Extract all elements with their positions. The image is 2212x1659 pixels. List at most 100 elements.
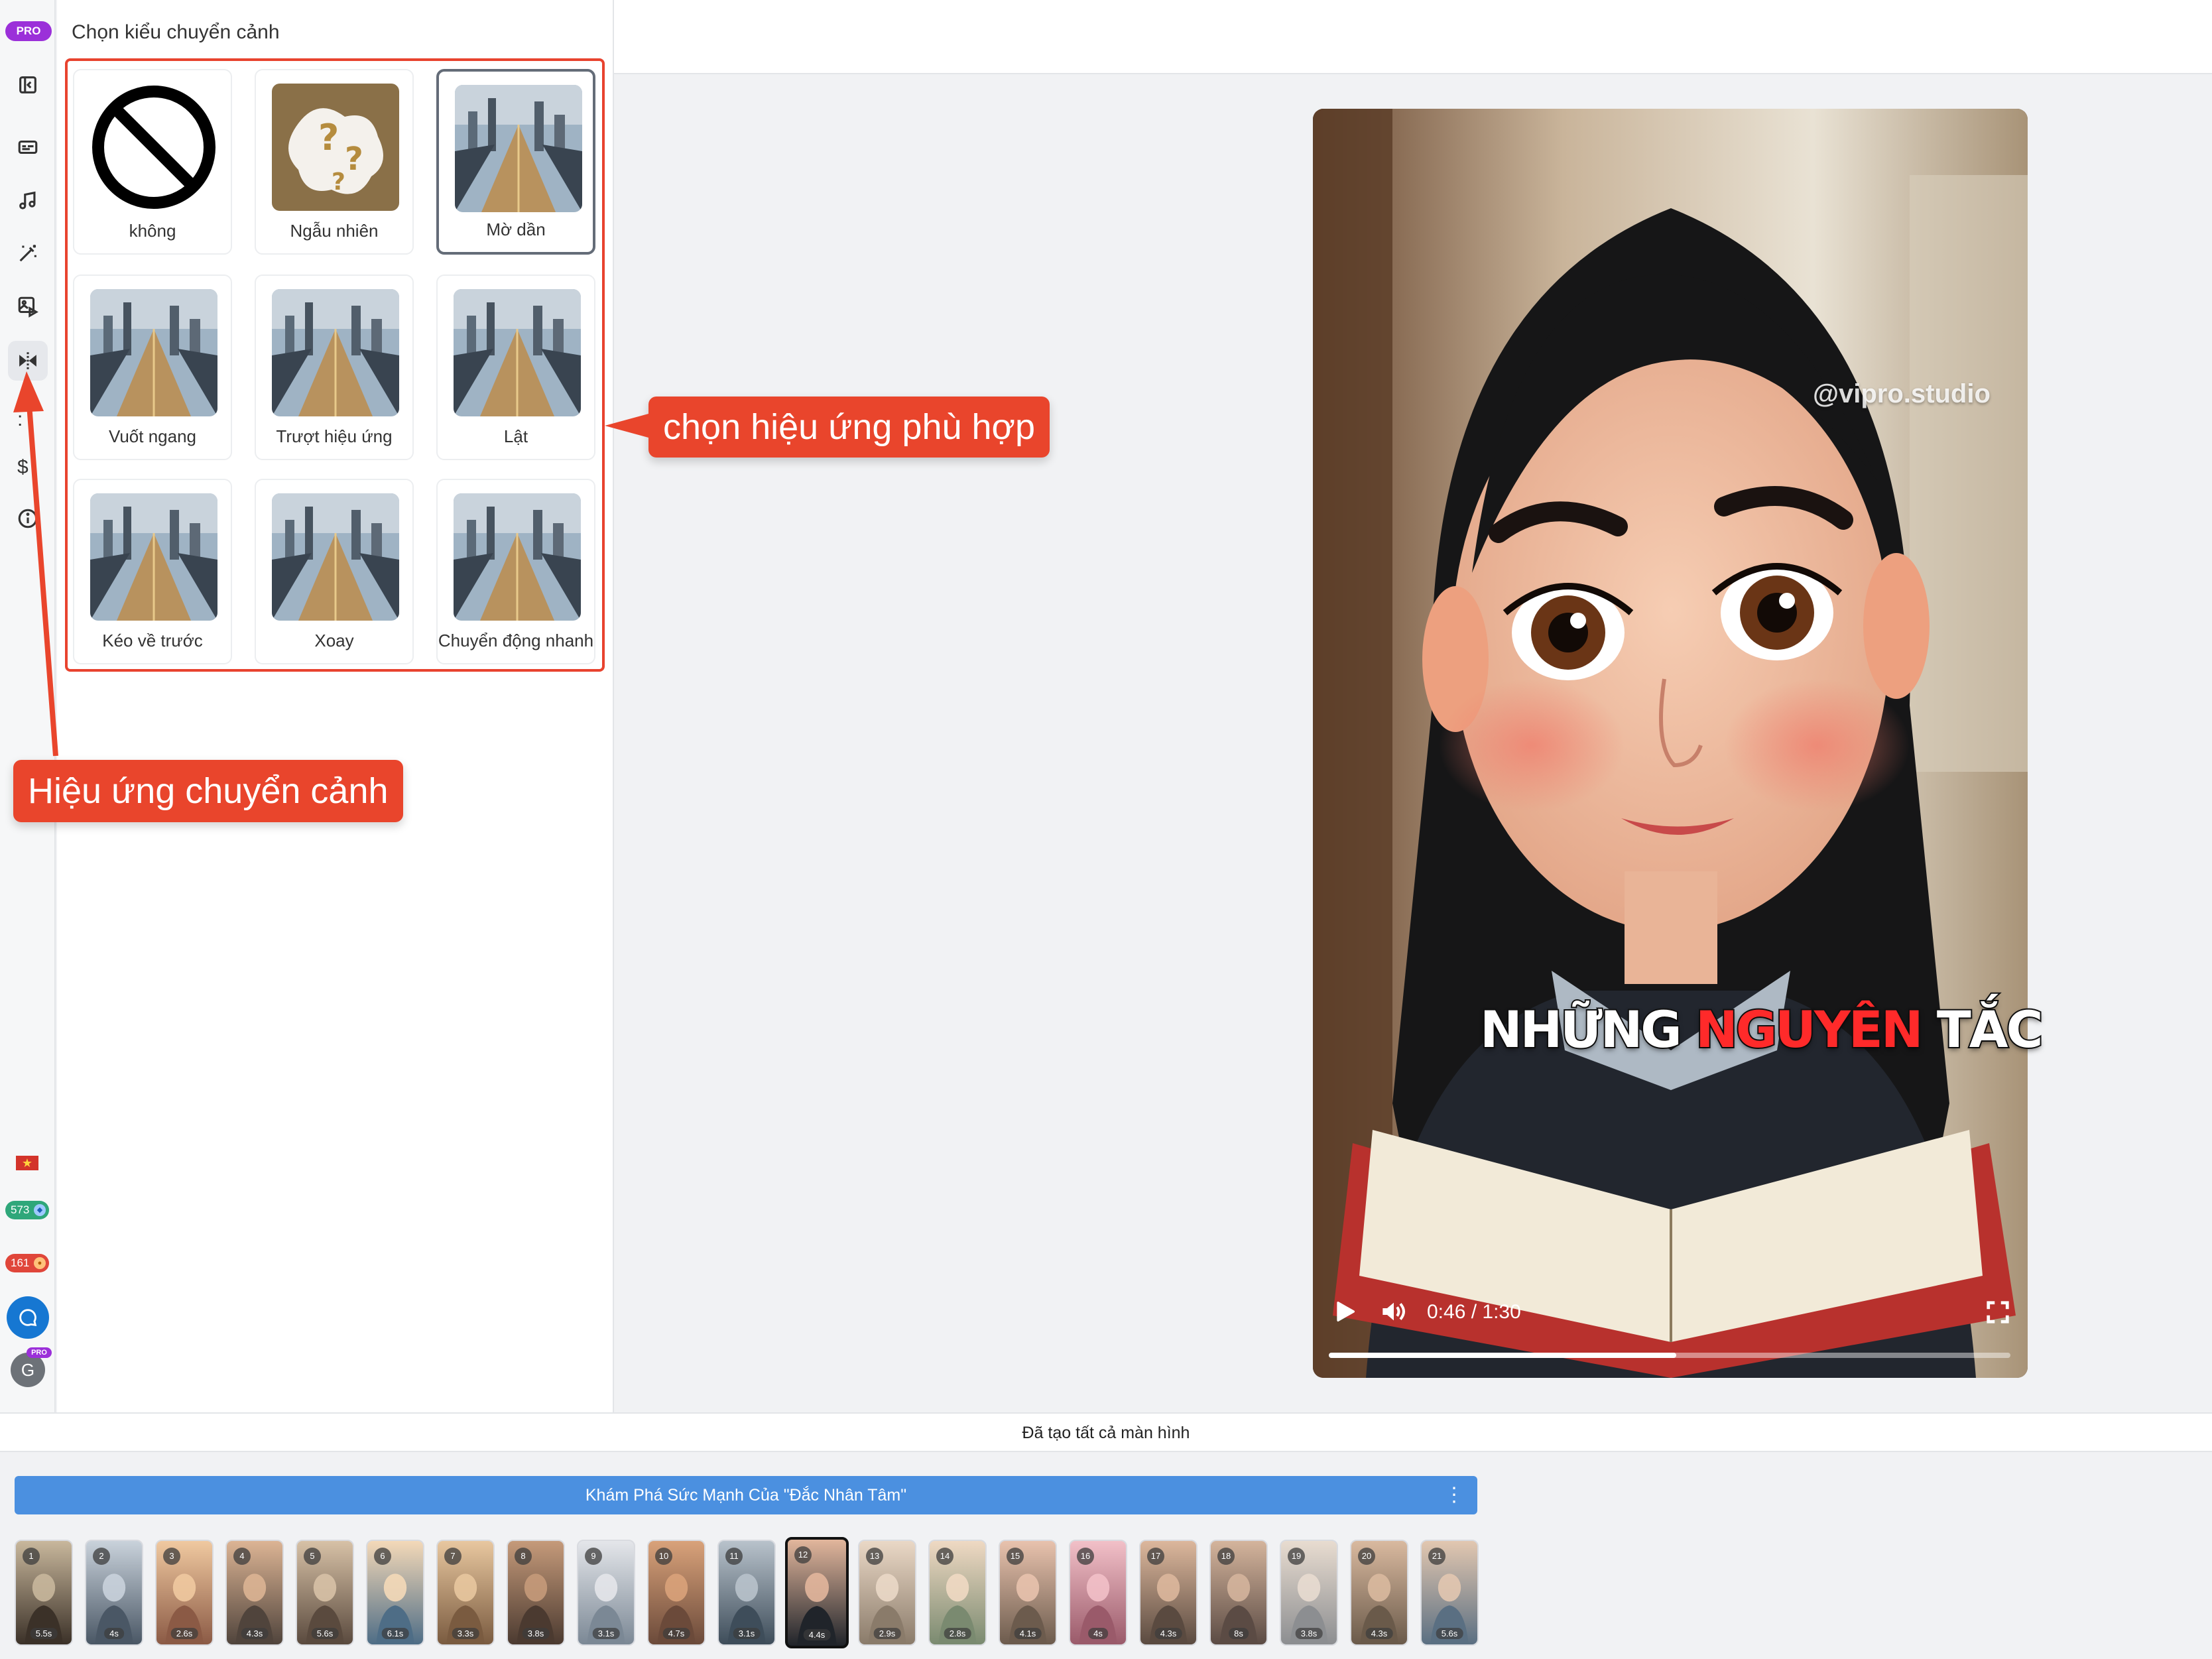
scene-duration: 2.9s: [873, 1628, 901, 1639]
scene-thumbnail[interactable]: 8 3.8s: [507, 1540, 565, 1646]
scene-thumbnail[interactable]: 15 4.1s: [999, 1540, 1057, 1646]
info-button[interactable]: [8, 499, 48, 538]
city-thumbnail: [90, 493, 217, 621]
transition-option[interactable]: Lật: [436, 275, 595, 460]
transition-option-label: không: [129, 221, 176, 241]
scene-thumbnail[interactable]: 4 4.3s: [225, 1540, 284, 1646]
scene-number: 9: [585, 1548, 602, 1565]
video-caption: NHỮNG NGUYÊN TẮC: [1479, 999, 2044, 1060]
volume-icon[interactable]: [1379, 1298, 1408, 1325]
chat-icon: [19, 1309, 37, 1327]
vietnam-flag-icon[interactable]: ★: [16, 1156, 38, 1170]
play-icon[interactable]: [1331, 1298, 1358, 1325]
scene-thumbnail[interactable]: 18 8s: [1209, 1540, 1268, 1646]
chat-button[interactable]: [7, 1296, 49, 1339]
scene-duration: 8s: [1229, 1628, 1249, 1639]
scene-duration: 4s: [1088, 1628, 1108, 1639]
city-thumbnail: [455, 85, 582, 212]
scene-duration: 5.6s: [311, 1628, 339, 1639]
scene-duration: 5.6s: [1436, 1628, 1463, 1639]
scene-thumbnail[interactable]: 6 6.1s: [366, 1540, 424, 1646]
caption-word-3: TẮC: [1936, 999, 2044, 1060]
scene-number: 3: [163, 1548, 180, 1565]
credit-red-badge[interactable]: 161 ●: [5, 1254, 49, 1272]
scene-duration: 4.7s: [662, 1628, 690, 1639]
coin-icon: ●: [34, 1257, 46, 1269]
scene-duration: 3.1s: [733, 1628, 761, 1639]
scene-thumbnail[interactable]: 14 2.8s: [928, 1540, 987, 1646]
transition-option[interactable]: Xoay: [255, 479, 414, 664]
scene-number: 8: [515, 1548, 532, 1565]
magic-button[interactable]: [8, 233, 48, 273]
scene-thumbnail[interactable]: 2 4s: [85, 1540, 143, 1646]
transition-option-label: Chuyển động nhanh: [438, 631, 594, 650]
scene-number: 13: [866, 1548, 883, 1565]
transition-option[interactable]: không: [73, 69, 232, 255]
city-thumbnail: [272, 493, 399, 621]
transition-option-label: Trượt hiệu ứng: [276, 426, 393, 446]
subtitle-button[interactable]: [8, 127, 48, 167]
music-button[interactable]: [8, 180, 48, 220]
video-player[interactable]: [1313, 109, 2028, 1378]
scene-number: 19: [1288, 1548, 1305, 1565]
app-root: PRO : $ ★ 573 ◆ 161 ● G PRO Chọn kiểu ch…: [0, 0, 2212, 1659]
scene-duration: 4.4s: [803, 1629, 831, 1640]
city-thumbnail: [454, 289, 581, 416]
dollar-icon[interactable]: $: [17, 456, 29, 479]
video-progress-fill: [1329, 1353, 1677, 1358]
scene-thumbnail[interactable]: 12 4.4s: [785, 1537, 849, 1648]
credit-green-badge[interactable]: 573 ◆: [5, 1201, 49, 1219]
scene-thumbnail[interactable]: 17 4.3s: [1139, 1540, 1198, 1646]
more-options-icon[interactable]: ⋮: [1444, 1476, 1464, 1514]
scene-thumbnail[interactable]: 11 3.1s: [717, 1540, 776, 1646]
callout-transition: Hiệu ứng chuyển cảnh: [13, 760, 403, 822]
image-video-icon: [18, 296, 38, 318]
scene-number: 1: [23, 1548, 40, 1565]
collapse-panel-button[interactable]: [8, 65, 48, 105]
scene-thumbnail[interactable]: 7 3.3s: [436, 1540, 495, 1646]
panel-title: Chọn kiểu chuyển cảnh: [72, 21, 280, 43]
transition-option-label: Ngẫu nhiên: [290, 221, 379, 241]
scene-thumbnail[interactable]: 1 5.5s: [15, 1540, 73, 1646]
top-bar: [614, 0, 2212, 74]
scene-thumbnail[interactable]: 13 2.9s: [858, 1540, 916, 1646]
video-progress-bar[interactable]: [1329, 1353, 2010, 1358]
scene-thumbnail[interactable]: 3 2.6s: [155, 1540, 214, 1646]
scene-thumbnail[interactable]: 20 4.3s: [1350, 1540, 1408, 1646]
pro-badge[interactable]: PRO: [5, 21, 52, 41]
transition-option[interactable]: Vuốt ngang: [73, 275, 232, 460]
random-thumbnail: ???: [272, 84, 399, 211]
gem-icon: ◆: [34, 1204, 46, 1216]
scene-thumbnail[interactable]: 10 4.7s: [647, 1540, 706, 1646]
script-title-bar[interactable]: Khám Phá Sức Mạnh Của "Đắc Nhân Tâm" ⋮: [15, 1476, 1477, 1514]
transition-option[interactable]: Trượt hiệu ứng: [255, 275, 414, 460]
hidden-rail-item[interactable]: :: [17, 408, 23, 431]
credit-red-value: 161: [11, 1257, 30, 1269]
scene-number: 16: [1077, 1548, 1094, 1565]
scene-thumbnail[interactable]: 16 4s: [1069, 1540, 1127, 1646]
fullscreen-icon[interactable]: [1985, 1300, 2010, 1325]
scene-thumbnail[interactable]: 21 5.6s: [1420, 1540, 1479, 1646]
scene-duration: 5.5s: [30, 1628, 58, 1639]
city-thumbnail: [90, 289, 217, 416]
scene-duration: 4.3s: [1154, 1628, 1182, 1639]
transition-option[interactable]: Kéo về trước: [73, 479, 232, 664]
scene-duration: 3.3s: [452, 1628, 479, 1639]
scene-duration: 4s: [104, 1628, 124, 1639]
music-icon: [19, 191, 36, 210]
transition-option[interactable]: ??? Ngẫu nhiên: [255, 69, 414, 255]
callout-effect: chọn hiệu ứng phù hợp: [648, 397, 1050, 458]
transition-option[interactable]: Mờ dần: [436, 69, 595, 255]
transition-icon: [19, 352, 36, 369]
scene-duration: 3.8s: [1295, 1628, 1323, 1639]
scene-number: 20: [1358, 1548, 1375, 1565]
media-button[interactable]: [8, 286, 48, 326]
scene-thumbnail[interactable]: 5 5.6s: [296, 1540, 354, 1646]
scene-number: 21: [1428, 1548, 1445, 1565]
scene-number: 5: [304, 1548, 321, 1565]
transition-option[interactable]: Chuyển động nhanh: [436, 479, 595, 664]
transition-button[interactable]: [8, 341, 48, 381]
scene-thumbnail[interactable]: 19 3.8s: [1280, 1540, 1338, 1646]
scene-thumbnail[interactable]: 9 3.1s: [577, 1540, 635, 1646]
scene-number: 17: [1147, 1548, 1164, 1565]
